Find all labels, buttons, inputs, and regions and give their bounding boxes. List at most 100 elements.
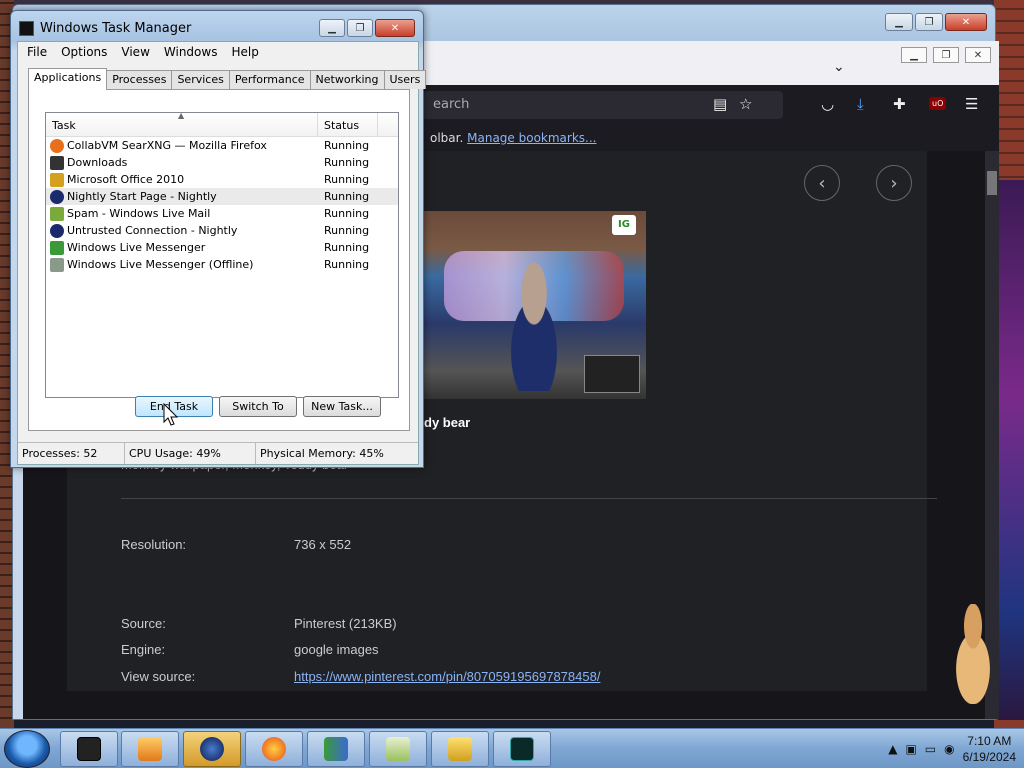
maximize-button[interactable]: ❐ xyxy=(347,19,373,37)
tab-services[interactable]: Services xyxy=(171,70,230,89)
taskbar-item-explorer[interactable] xyxy=(431,731,489,767)
maximize-button[interactable]: ❐ xyxy=(915,13,943,31)
status-processes: Processes: 52 xyxy=(18,443,125,464)
image-title: dy bear xyxy=(424,415,471,430)
switch-to-button[interactable]: Switch To xyxy=(219,396,297,417)
mail-icon xyxy=(50,206,64,221)
task-name-cell: Spam - Windows Live Mail xyxy=(46,206,318,221)
download-icon[interactable]: ⤓ xyxy=(857,95,864,113)
menu-file[interactable]: File xyxy=(20,43,54,61)
table-row[interactable]: Spam - Windows Live Mail Running xyxy=(46,205,398,222)
window-title: Windows Task Manager xyxy=(40,21,192,36)
network-icon[interactable]: ▣ xyxy=(905,742,916,756)
messenger-icon xyxy=(324,737,348,761)
bookmarks-bar-message: olbar. Manage bookmarks... xyxy=(430,131,596,145)
applications-panel: ▲ Task Status CollabVM SearXNG — Mozilla… xyxy=(28,89,410,431)
menu-windows[interactable]: Windows xyxy=(157,43,225,61)
table-row[interactable]: Untrusted Connection - Nightly Running xyxy=(46,222,398,239)
tray-chevron-icon[interactable]: ▲ xyxy=(888,742,897,756)
taskbar-item-firefox[interactable] xyxy=(245,731,303,767)
taskbar-item-task-manager[interactable] xyxy=(493,731,551,767)
meta-resolution-label: Resolution: xyxy=(121,537,187,552)
table-row[interactable]: Nightly Start Page - Nightly Running xyxy=(46,188,398,205)
firefox-icon xyxy=(50,138,64,153)
table-row[interactable]: Downloads Running xyxy=(46,154,398,171)
meta-engine-label: Engine: xyxy=(121,642,166,657)
menu-options[interactable]: Options xyxy=(54,43,114,61)
inner-close-button[interactable]: ✕ xyxy=(965,47,991,63)
next-image-button[interactable]: › xyxy=(876,165,912,201)
close-button[interactable]: ✕ xyxy=(945,13,987,31)
inner-window-controls: ▁ ❐ ✕ xyxy=(901,47,991,63)
preview-image[interactable]: IG xyxy=(424,211,646,399)
bookmark-star-icon[interactable]: ☆ xyxy=(739,95,752,113)
task-name-cell: Downloads xyxy=(46,155,318,170)
task-manager-icon xyxy=(19,21,34,36)
clock[interactable]: 7:10 AM 6/19/2024 xyxy=(963,733,1016,765)
inner-minimize-button[interactable]: ▁ xyxy=(901,47,927,63)
taskbar-item-media-player[interactable] xyxy=(121,731,179,767)
volume-icon[interactable]: ◉ xyxy=(944,742,954,756)
task-manager-window[interactable]: Windows Task Manager ▁ ❐ ✕ File Options … xyxy=(10,10,427,468)
table-row[interactable]: Windows Live Messenger (Offline) Running xyxy=(46,256,398,273)
task-status: Running xyxy=(324,258,370,271)
meta-engine-value: google images xyxy=(294,642,379,657)
taskbar-item-terminal[interactable] xyxy=(60,731,118,767)
messenger-offline-icon xyxy=(50,257,64,272)
task-name-cell: Untrusted Connection - Nightly xyxy=(46,223,318,238)
table-row[interactable]: Microsoft Office 2010 Running xyxy=(46,171,398,188)
inner-maximize-button[interactable]: ❐ xyxy=(933,47,959,63)
tab-applications[interactable]: Applications xyxy=(28,68,108,90)
office-icon xyxy=(50,172,64,187)
task-status: Running xyxy=(324,156,370,169)
nightly-icon xyxy=(200,737,224,761)
meta-source-label: Source: xyxy=(121,616,166,631)
view-source-link[interactable]: https://www.pinterest.com/pin/8070591956… xyxy=(294,669,600,684)
task-list[interactable]: ▲ Task Status CollabVM SearXNG — Mozilla… xyxy=(45,111,399,398)
new-task-button[interactable]: New Task... xyxy=(303,396,381,417)
minimize-button[interactable]: ▁ xyxy=(319,19,345,37)
monitor-icon[interactable]: ▭ xyxy=(925,742,936,756)
firefox-icon xyxy=(262,737,286,761)
tab-networking[interactable]: Networking xyxy=(309,70,385,89)
nightly-icon xyxy=(50,189,64,204)
menu-bar: File Options View Windows Help xyxy=(18,42,418,62)
taskbar-item-mail[interactable] xyxy=(369,731,427,767)
hamburger-menu-icon[interactable]: ☰ xyxy=(965,95,978,113)
task-name-cell: CollabVM SearXNG — Mozilla Firefox xyxy=(46,138,318,153)
reader-view-icon[interactable]: ▤ xyxy=(713,95,727,113)
table-row[interactable]: Windows Live Messenger Running xyxy=(46,239,398,256)
clock-date: 6/19/2024 xyxy=(962,750,1016,764)
tab-performance[interactable]: Performance xyxy=(228,70,311,89)
task-manager-icon xyxy=(510,737,534,761)
taskbar-item-messenger[interactable] xyxy=(307,731,365,767)
chevron-down-icon[interactable]: ⌄ xyxy=(833,59,845,75)
ublock-icon[interactable]: uO xyxy=(929,97,947,110)
taskbar-item-nightly[interactable] xyxy=(183,731,241,767)
url-bar-placeholder: earch xyxy=(433,97,470,112)
nightly-icon xyxy=(50,223,64,238)
previous-image-button[interactable]: ‹ xyxy=(804,165,840,201)
meta-source-value: Pinterest (213KB) xyxy=(294,616,397,631)
hamster-desktop-pet xyxy=(942,604,1004,704)
url-bar[interactable]: earch xyxy=(423,91,783,119)
pocket-icon[interactable]: ◡ xyxy=(821,95,834,113)
tab-users[interactable]: Users xyxy=(383,70,427,89)
scrollbar-thumb[interactable] xyxy=(987,171,997,195)
close-button[interactable]: ✕ xyxy=(375,19,415,37)
taskbar: ▲ ▣ ▭ ◉ 7:10 AM 6/19/2024 xyxy=(0,728,1024,768)
minimize-button[interactable]: ▁ xyxy=(885,13,913,31)
table-row[interactable]: CollabVM SearXNG — Mozilla Firefox Runnin… xyxy=(46,137,398,154)
menu-view[interactable]: View xyxy=(114,43,156,61)
task-name: Windows Live Messenger xyxy=(67,241,206,254)
column-status[interactable]: Status xyxy=(318,113,378,136)
menu-help[interactable]: Help xyxy=(224,43,265,61)
task-name-cell: Microsoft Office 2010 xyxy=(46,172,318,187)
task-name: Windows Live Messenger (Offline) xyxy=(67,258,254,271)
tab-processes[interactable]: Processes xyxy=(106,70,173,89)
task-status: Running xyxy=(324,207,370,220)
extensions-icon[interactable]: ✚ xyxy=(893,95,906,113)
start-button[interactable] xyxy=(4,730,50,768)
media-player-icon xyxy=(138,737,162,761)
manage-bookmarks-link[interactable]: Manage bookmarks... xyxy=(467,131,596,145)
